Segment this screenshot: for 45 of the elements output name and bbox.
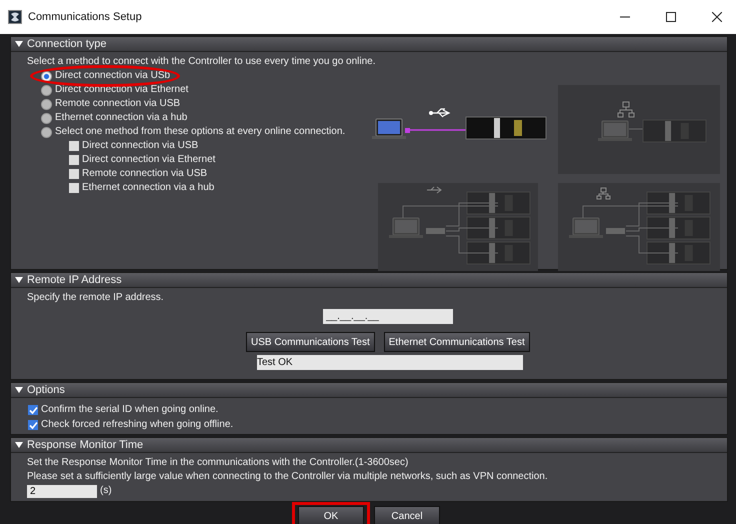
checkbox[interactable] [69, 155, 79, 165]
section-header[interactable]: Options [11, 383, 727, 398]
section-title: Response Monitor Time [27, 439, 144, 451]
unit-label: (s) [100, 484, 112, 498]
description-text: Set the Response Monitor Time in the communications with the Controller.(1-3600sec) [27, 456, 410, 470]
radio-button[interactable] [41, 112, 52, 124]
radio-label[interactable]: Ethernet connection via a hub [55, 111, 188, 125]
maximize-icon[interactable] [666, 12, 676, 22]
result-field[interactable]: Test OK [257, 355, 523, 370]
checkbox-label[interactable]: Direct connection via Ethernet [82, 153, 216, 167]
checkbox[interactable] [28, 405, 38, 415]
window-title: Communications Setup [28, 11, 143, 23]
instruction-text: Specify the remote IP address. [27, 291, 164, 305]
section-header[interactable]: Connection type [11, 37, 727, 52]
ok-button[interactable]: OK [298, 506, 364, 524]
cancel-button[interactable]: Cancel [374, 506, 440, 524]
radio-button[interactable] [41, 98, 52, 110]
radio-label[interactable]: Remote connection via USB [55, 97, 180, 111]
section-title: Connection type [27, 38, 106, 50]
checkbox-label[interactable]: Ethernet connection via a hub [82, 181, 214, 195]
section-title: Options [27, 384, 65, 396]
app-icon [8, 10, 22, 24]
ip-address-field[interactable]: __.__.__.__ [323, 309, 453, 324]
checkbox[interactable] [69, 183, 79, 193]
time-field[interactable]: 2 [27, 484, 97, 498]
checkbox[interactable] [69, 141, 79, 151]
checkbox-label[interactable]: Confirm the serial ID when going online. [41, 403, 218, 417]
radio-button[interactable] [41, 84, 52, 96]
close-icon[interactable] [712, 12, 722, 22]
radio-button[interactable] [41, 126, 52, 138]
section-title: Remote IP Address [27, 274, 122, 286]
radio-label[interactable]: Direct connection via Ethernet [55, 83, 188, 97]
description-text: Please set a sufficiently large value when connecting to the Controller via multiple networks, such as VPN connection. [27, 470, 549, 484]
checkbox-label[interactable]: Direct connection via USB [82, 139, 198, 153]
checkbox[interactable] [28, 420, 38, 430]
checkbox-label[interactable]: Check forced refreshing when going offline. [41, 418, 234, 432]
checkbox-label[interactable]: Remote connection via USB [82, 167, 208, 181]
test-button[interactable]: Ethernet Communications Test [384, 332, 530, 352]
instruction-text: Select a method to connect with the Controller to use every time you go online. [27, 55, 376, 69]
radio-label[interactable]: Direct connection via USb [55, 69, 170, 83]
section-header[interactable]: Response Monitor Time [11, 438, 727, 453]
test-button[interactable]: USB Communications Test [246, 332, 375, 352]
checkbox[interactable] [69, 169, 79, 179]
radio-label[interactable]: Select one method from these options at every online connection. [55, 125, 346, 139]
section-header[interactable]: Remote IP Address [11, 273, 727, 288]
